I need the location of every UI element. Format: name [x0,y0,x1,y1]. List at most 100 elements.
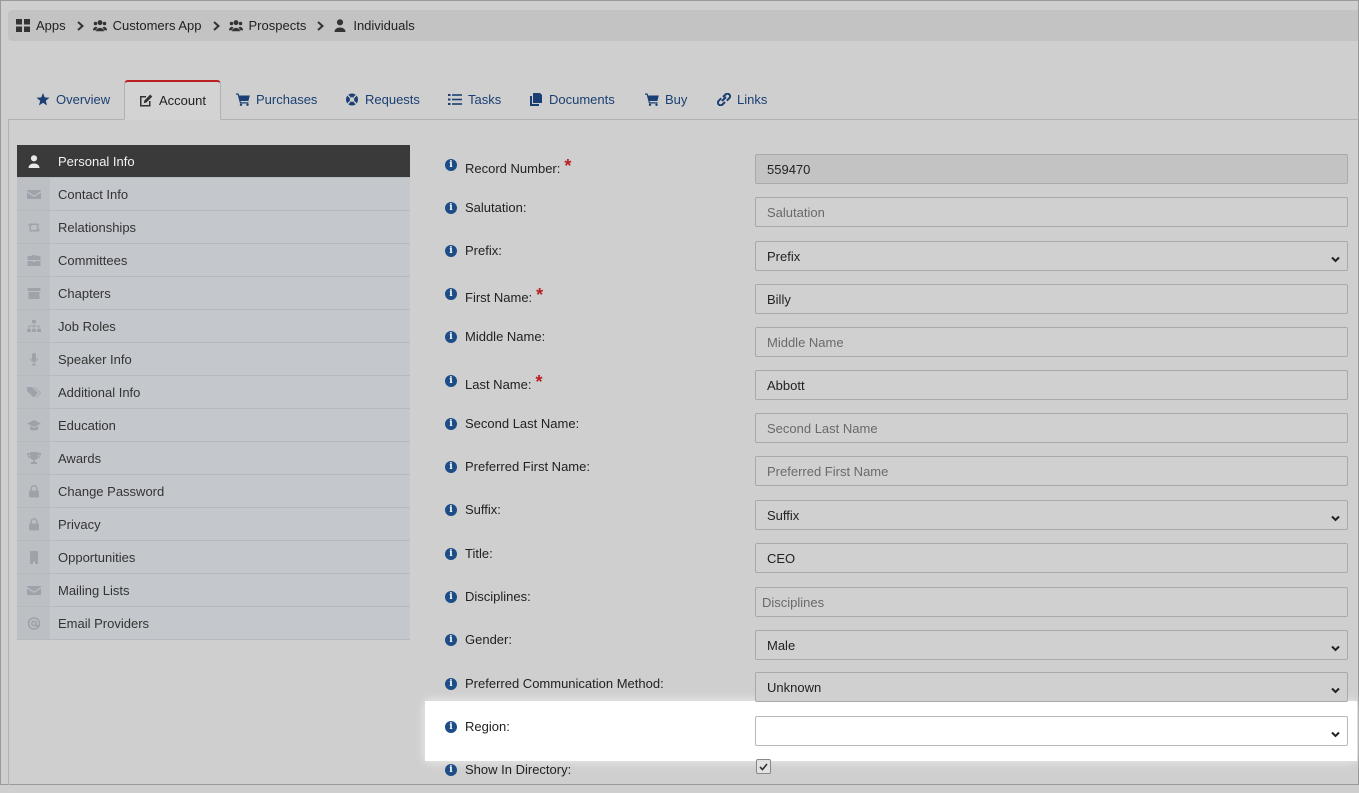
chevron-right-icon [212,20,220,31]
edit-icon [140,94,153,107]
tab-tasks[interactable]: Tasks [434,80,515,118]
info-icon[interactable]: i [445,159,457,171]
field-label: Salutation: [465,200,527,215]
sidebar-item-education[interactable]: Education [17,409,410,442]
users-icon [92,20,107,32]
sitemap-icon [26,319,41,332]
info-icon[interactable]: i [445,375,457,387]
info-icon[interactable]: i [445,461,457,473]
tab-label: Requests [365,91,420,107]
tab-documents[interactable]: Documents [515,80,629,118]
sidebar-item-committees[interactable]: Committees [17,244,410,277]
middle-name-input[interactable]: Middle Name [755,327,1348,357]
form-row-title: i Title: CEO [445,543,1348,577]
field-label: Preferred First Name: [465,459,590,474]
sidebar-item-additional-info[interactable]: Additional Info [17,376,410,409]
tab-overview[interactable]: Overview [22,80,124,118]
chevron-right-icon [317,20,325,31]
field-label: Middle Name: [465,329,546,344]
tasks-icon [448,93,462,105]
sidebar-item-opportunities[interactable]: Opportunities [17,541,410,574]
user-icon [334,19,346,32]
title-input[interactable]: CEO [755,543,1348,573]
info-icon[interactable]: i [445,245,457,257]
sidebar-item-awards[interactable]: Awards [17,442,410,475]
briefcase-icon [27,254,40,266]
breadcrumb-customers-app[interactable]: Customers App [92,18,202,33]
sidebar-item-label: Relationships [58,219,137,235]
tab-label: Account [159,93,206,108]
sidebar-item-speaker-info[interactable]: Speaker Info [17,343,410,376]
sidebar-item-label: Education [58,417,116,433]
first-name-input[interactable]: Billy [755,284,1348,314]
field-label: Show In Directory: [465,762,572,777]
tab-requests[interactable]: Requests [331,80,434,118]
sidebar-item-relationships[interactable]: Relationships [17,211,410,244]
disciplines-input[interactable]: Disciplines [755,587,1348,617]
info-icon[interactable]: i [445,504,457,516]
info-icon[interactable]: i [445,288,457,300]
field-label: Preferred Communication Method: [465,676,664,691]
info-icon[interactable]: i [445,331,457,343]
tab-label: Documents [549,91,615,107]
tab-buy[interactable]: Buy [631,80,701,118]
retweet-icon [27,222,40,232]
form-row-show-in-directory: i Show In Directory: [445,759,1348,793]
sidebar-item-change-password[interactable]: Change Password [17,475,410,508]
info-icon[interactable]: i [445,721,457,733]
gender-select[interactable]: Male [755,630,1348,660]
region-select[interactable] [755,716,1348,746]
second-last-name-input[interactable]: Second Last Name [755,413,1348,443]
chevron-down-icon [1331,511,1340,522]
info-icon[interactable]: i [445,202,457,214]
graduation-cap-icon [26,419,41,430]
last-name-input[interactable]: Abbott [755,370,1348,400]
form-row-suffix: i Suffix: Suffix [445,500,1348,533]
breadcrumb-label: Individuals [353,18,415,33]
form-row-first-name: i First Name: * Billy [445,284,1348,317]
info-icon[interactable]: i [445,418,457,430]
info-icon[interactable]: i [445,634,457,646]
sidebar-item-email-providers[interactable]: Email Providers [17,607,410,640]
info-icon[interactable]: i [445,548,457,560]
sidebar-item-label: Change Password [58,483,165,499]
field-label: Record Number: * [465,156,572,176]
sidebar-item-privacy[interactable]: Privacy [17,508,410,541]
breadcrumb-prospects[interactable]: Prospects [228,18,306,33]
field-label: Gender: [465,632,512,647]
lock-icon [28,517,39,530]
breadcrumb-individuals[interactable]: Individuals [333,18,415,33]
sidebar-item-contact-info[interactable]: Contact Info [17,178,410,211]
tab-account[interactable]: Account [124,80,221,120]
info-icon[interactable]: i [445,764,457,776]
preferred-communication-method-select[interactable]: Unknown [755,672,1348,702]
sidebar-item-mailing-lists[interactable]: Mailing Lists [17,574,410,607]
field-label: Second Last Name: [465,416,580,431]
sidebar-item-label: Opportunities [58,549,136,565]
show-in-directory-checkbox[interactable] [756,759,771,774]
suffix-select[interactable]: Suffix [755,500,1348,530]
record-number-field: 559470 [755,154,1348,184]
sidebar-item-job-roles[interactable]: Job Roles [17,310,410,343]
info-icon[interactable]: i [445,678,457,690]
tab-links[interactable]: Links [703,80,781,118]
breadcrumb-apps[interactable]: Apps [16,18,66,33]
preferred-first-name-input[interactable]: Preferred First Name [755,456,1348,486]
breadcrumb-label: Apps [36,18,66,33]
form-row-salutation: i Salutation: Salutation [445,197,1348,231]
info-icon[interactable]: i [445,591,457,603]
link-icon [717,92,731,106]
sidebar-item-chapters[interactable]: Chapters [17,277,410,310]
sidebar-item-label: Personal Info [58,153,135,169]
tags-icon [26,386,41,397]
chevron-down-icon [1331,641,1340,652]
microphone-icon [29,352,38,365]
salutation-input[interactable]: Salutation [755,197,1348,227]
chevron-down-icon [1331,683,1340,694]
prefix-select[interactable]: Prefix [755,241,1348,271]
cart-icon [645,93,659,106]
envelope-icon [26,585,41,595]
sidebar-item-label: Speaker Info [58,351,132,367]
tab-purchases[interactable]: Purchases [222,80,331,118]
sidebar-item-personal-info[interactable]: Personal Info [17,145,410,178]
